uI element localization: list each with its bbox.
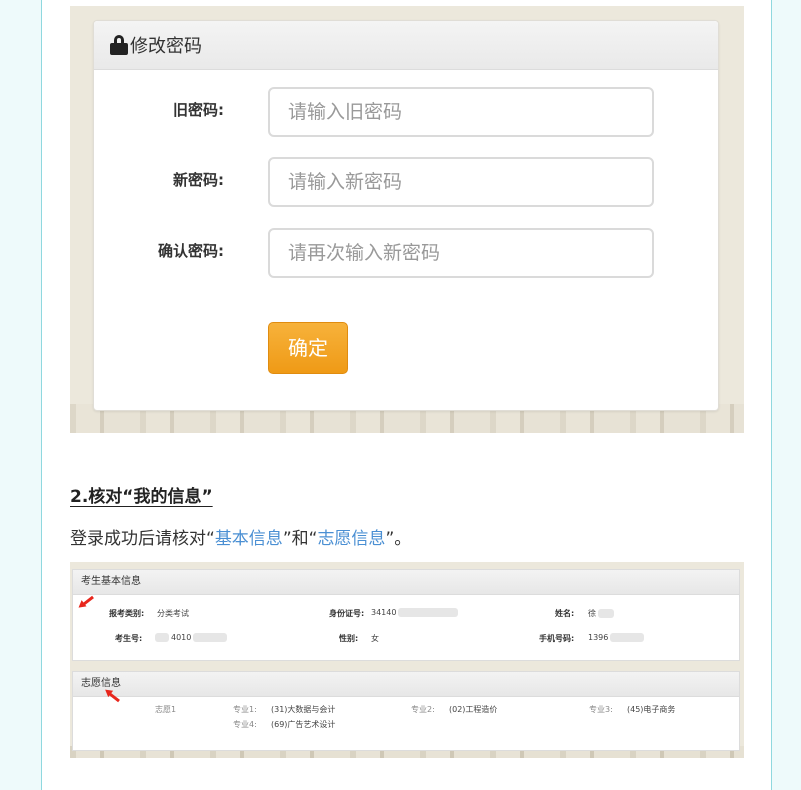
new-password-row: 新密码: 请输入新密码 — [94, 157, 718, 209]
panel-title: 修改密码 — [130, 36, 202, 57]
confirm-button[interactable]: 确定 — [268, 322, 348, 374]
paragraph-text-end: ”。 — [385, 529, 412, 549]
old-password-input[interactable]: 请输入旧密码 — [268, 87, 654, 137]
redacted-mask — [193, 633, 228, 642]
change-password-screenshot: 修改密码 旧密码: 请输入旧密码 新密码: 请输入新密码 确认密码: 请再次输入… — [70, 6, 744, 433]
major1-value: (31)大数据与会计 — [271, 705, 336, 714]
paragraph-text-mid: ”和“ — [282, 529, 318, 549]
id-value: 34140 — [371, 608, 459, 617]
old-password-label: 旧密码: — [173, 101, 224, 119]
basic-info-title: 考生基本信息 — [73, 570, 739, 595]
category-value: 分类考试 — [157, 609, 189, 618]
exam-no-label: 考生号: — [115, 634, 143, 643]
lock-icon — [110, 35, 128, 55]
new-password-label: 新密码: — [173, 171, 224, 189]
basic-info-link[interactable]: 基本信息 — [215, 529, 283, 549]
section-heading: 2.核对“我的信息” — [70, 487, 213, 507]
wish-info-link[interactable]: 志愿信息 — [317, 529, 385, 549]
name-label: 姓名: — [555, 609, 575, 618]
wish-info-title: 志愿信息 — [73, 672, 739, 697]
exam-no-value: 4010 — [155, 633, 228, 642]
major2-label: 专业2: — [411, 705, 435, 714]
redacted-mask — [610, 633, 645, 642]
confirm-password-input[interactable]: 请再次输入新密码 — [268, 228, 654, 278]
redacted-mask — [398, 608, 459, 617]
major4-label: 专业4: — [233, 720, 257, 729]
gender-label: 性别: — [339, 634, 359, 643]
major3-value: (45)电子商务 — [627, 705, 676, 714]
major2-value: (02)工程造价 — [449, 705, 498, 714]
basic-info-box: 考生基本信息 报考类别: 分类考试 身份证号: 34140 姓名: 徐 考生号:… — [72, 569, 740, 661]
new-password-input[interactable]: 请输入新密码 — [268, 157, 654, 207]
left-margin — [0, 0, 42, 790]
major4-value: (69)广告艺术设计 — [271, 720, 336, 729]
panel-header: 修改密码 — [94, 21, 718, 70]
category-label: 报考类别: — [109, 609, 145, 618]
major1-label: 专业1: — [233, 705, 257, 714]
instruction-paragraph: 登录成功后请核对“基本信息”和“志愿信息”。 — [70, 524, 411, 549]
gender-value: 女 — [371, 634, 379, 643]
old-password-row: 旧密码: 请输入旧密码 — [94, 87, 718, 139]
confirm-password-row: 确认密码: 请再次输入新密码 — [94, 228, 718, 280]
article-page: 修改密码 旧密码: 请输入旧密码 新密码: 请输入新密码 确认密码: 请再次输入… — [0, 0, 801, 790]
phone-label: 手机号码: — [539, 634, 575, 643]
phone-value: 1396 — [588, 633, 645, 642]
change-password-panel: 修改密码 旧密码: 请输入旧密码 新密码: 请输入新密码 确认密码: 请再次输入… — [93, 20, 719, 411]
name-value: 徐 — [588, 608, 614, 619]
redacted-mask — [155, 633, 169, 642]
student-info-screenshot: 考生基本信息 报考类别: 分类考试 身份证号: 34140 姓名: 徐 考生号:… — [70, 562, 744, 758]
wish-info-box: 志愿信息 志愿1 专业1: (31)大数据与会计 专业2: (02)工程造价 专… — [72, 671, 740, 751]
id-label: 身份证号: — [329, 609, 365, 618]
redacted-mask — [598, 609, 614, 618]
wish1-label: 志愿1 — [155, 705, 177, 714]
confirm-password-label: 确认密码: — [158, 242, 224, 260]
major3-label: 专业3: — [589, 705, 613, 714]
paragraph-text-start: 登录成功后请核对“ — [70, 529, 215, 549]
right-margin — [771, 0, 801, 790]
